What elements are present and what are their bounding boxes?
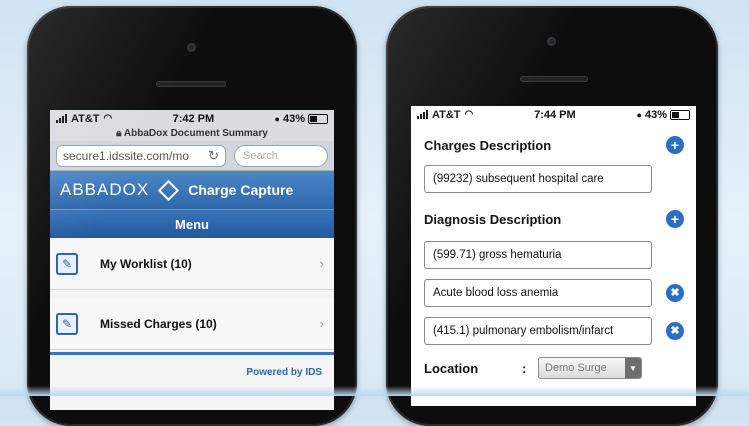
charges-heading: Charges Description	[424, 137, 552, 153]
location-separator: :	[522, 360, 527, 376]
status-bar: AT&T ◠ 7:42 PM ● 43%	[50, 110, 334, 127]
battery-percent: 43%	[644, 108, 667, 121]
menu-header: Menu	[50, 209, 334, 238]
url-field[interactable]: secure1.idssite.com/mo ↻	[56, 144, 226, 167]
screen-menu: AT&T ◠ 7:42 PM ● 43% 🔒︎ AbbaDox Document…	[50, 110, 334, 410]
browser-page-title: 🔒︎ AbbaDox Document Summary	[50, 127, 334, 141]
menu-item-label: My Worklist (10)	[100, 256, 192, 271]
menu-item-missed-charges[interactable]: ✎ Missed Charges (10) ›	[50, 298, 334, 350]
document-edit-icon: ✎	[56, 312, 78, 335]
screen-charge-form: AT&T ◠ 7:44 PM ● 43% Charges Description…	[411, 106, 696, 406]
diagnosis-heading: Diagnosis Description	[424, 211, 562, 227]
diagnosis-field[interactable]: (599.71) gross hematuria	[424, 241, 652, 269]
carrier-label: AT&T	[432, 108, 461, 121]
location-label: Location	[424, 360, 479, 376]
speaker-grille	[156, 81, 226, 87]
wifi-icon: ◠	[464, 109, 474, 120]
add-charge-button[interactable]: +	[666, 136, 684, 154]
url-text: secure1.idssite.com/mo	[63, 148, 190, 163]
status-time: 7:42 PM	[172, 112, 215, 125]
list-divider	[50, 290, 334, 298]
remove-diagnosis-button[interactable]: ✖	[666, 284, 684, 302]
diagnosis-field[interactable]: Acute blood loss anemia	[424, 279, 652, 307]
signal-bars-icon	[417, 110, 428, 119]
chevron-right-icon: ›	[319, 256, 324, 271]
wifi-icon: ◠	[103, 113, 113, 124]
location-selected: Demo Surge	[545, 362, 607, 374]
status-bar: AT&T ◠ 7:44 PM ● 43%	[411, 106, 696, 123]
battery-icon	[669, 109, 690, 120]
camera-icon	[547, 37, 556, 46]
lock-icon: 🔒︎	[116, 128, 122, 139]
carrier-label: AT&T	[71, 112, 100, 125]
reload-icon[interactable]: ↻	[208, 148, 219, 164]
diagnosis-field[interactable]: (415.1) pulmonary embolism/infarct	[424, 317, 652, 345]
abbadox-diamond-icon	[158, 179, 180, 201]
location-select[interactable]: Demo Surge ▼	[538, 357, 642, 379]
document-edit-icon: ✎	[56, 252, 78, 275]
phone-right: AT&T ◠ 7:44 PM ● 43% Charges Description…	[386, 6, 718, 426]
page-title-text: AbbaDox Document Summary	[123, 128, 268, 139]
brand-logo: ABBADOX	[60, 180, 150, 199]
powered-by-link[interactable]: Powered by IDS	[50, 355, 334, 378]
status-time: 7:44 PM	[534, 108, 576, 121]
phone-left: AT&T ◠ 7:42 PM ● 43% 🔒︎ AbbaDox Document…	[27, 6, 357, 426]
remove-diagnosis-button[interactable]: ✖	[666, 322, 684, 340]
signal-bars-icon	[56, 114, 67, 123]
rotation-lock-icon: ●	[274, 113, 280, 124]
camera-icon	[187, 43, 196, 52]
search-input[interactable]: Search	[234, 144, 328, 167]
charge-field[interactable]: (99232) subsequent hospital care	[424, 165, 652, 193]
battery-icon	[307, 113, 328, 124]
rotation-lock-icon: ●	[636, 109, 642, 120]
browser-toolbar: secure1.idssite.com/mo ↻ Search	[50, 141, 334, 171]
chevron-right-icon: ›	[319, 316, 324, 331]
dropdown-arrow-icon: ▼	[625, 358, 641, 378]
backdrop-fade	[0, 386, 749, 396]
speaker-grille	[520, 76, 588, 82]
menu-item-label: Missed Charges (10)	[100, 316, 217, 331]
menu-item-my-worklist[interactable]: ✎ My Worklist (10) ›	[50, 238, 334, 290]
app-header: ABBADOX Charge Capture	[50, 171, 334, 209]
battery-percent: 43%	[282, 112, 305, 125]
add-diagnosis-button[interactable]: +	[666, 210, 684, 228]
app-title: Charge Capture	[188, 182, 294, 198]
